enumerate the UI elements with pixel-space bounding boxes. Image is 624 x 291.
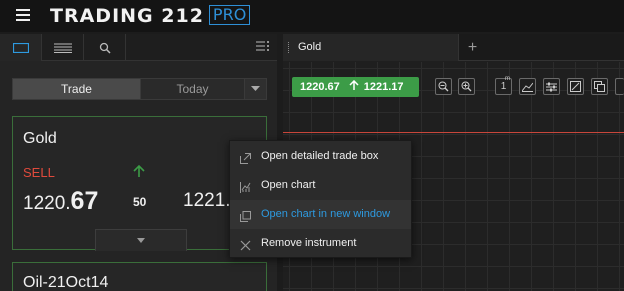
quote-badge[interactable]: 1220.67 1221.17 [292,77,419,97]
segment-today[interactable]: Today [140,79,244,99]
chart-tabs: Gold + [283,34,624,61]
chevron-down-icon [251,86,260,91]
buy-price[interactable]: 1221. [183,190,231,212]
period-label: 1 [500,81,507,92]
chart-type-icon[interactable] [519,78,536,95]
new-window-icon [240,209,251,222]
price-line [283,132,624,133]
hamburger-icon[interactable] [16,9,30,21]
sell-price-main: 1220. [23,193,71,214]
logo-text: TRADING 212 [50,5,204,27]
more-menu-icon[interactable] [256,40,270,54]
tab-card-view[interactable] [0,34,42,61]
sell-label[interactable]: SELL [23,165,55,180]
menu-item-open-chart[interactable]: Open chart [230,171,411,200]
menu-item-remove-instrument[interactable]: Remove instrument [230,229,411,258]
context-menu: Open detailed trade box Open chart Open … [229,140,412,258]
list-view-icon [53,43,72,53]
logo-badge: PRO [208,5,251,25]
instrument-name: Gold [23,130,57,147]
chart-icon [240,180,251,193]
quote-bid: 1220.67 [300,81,340,93]
card-view-icon [12,42,29,53]
menu-item-open-trade-box[interactable]: Open detailed trade box [230,142,411,171]
spread-value: 50 [133,195,147,209]
menu-item-label: Open chart [261,179,316,191]
arrow-up-icon [349,79,359,94]
zoom-in-icon[interactable] [458,78,475,95]
instrument-card-oil[interactable]: Oil-21Oct14 [12,262,267,291]
zoom-out-icon[interactable] [435,78,452,95]
search-icon [99,42,111,54]
top-bar: TRADING 212 PRO [0,0,624,32]
instrument-name: Oil-21Oct14 [23,274,109,291]
tab-list-view[interactable] [42,34,84,61]
watchlist-tabs [0,34,277,61]
sell-price-big: 67 [70,187,99,215]
tab-label: Gold [298,41,322,53]
quote-ask: 1221.17 [363,81,404,93]
plus-icon[interactable]: + [459,34,486,61]
period-suffix: m [505,76,510,82]
menu-item-open-chart-new-window[interactable]: Open chart in new window [230,200,411,229]
mode-selector: Trade Today [12,78,267,100]
menu-item-label: Open chart in new window [261,208,391,220]
period-button[interactable]: 1m [495,76,512,95]
segment-trade[interactable]: Trade [13,79,140,99]
drag-handle-icon[interactable] [288,42,290,53]
segment-dropdown[interactable] [244,79,266,99]
menu-item-label: Open detailed trade box [261,150,379,162]
close-icon [240,238,251,251]
sell-price[interactable]: 1220.67 [23,187,98,216]
card-expand-button[interactable] [95,229,187,251]
chevron-down-icon [137,238,145,243]
menu-item-label: Remove instrument [261,237,357,249]
arrow-up-icon [133,164,145,183]
logo: TRADING 212 PRO [50,5,251,27]
screenshot-icon[interactable] [615,78,624,95]
drawing-icon[interactable] [567,78,584,95]
indicators-icon[interactable] [543,78,560,95]
trade-box-icon [240,151,251,164]
tab-search[interactable] [84,34,126,61]
tab-gold[interactable]: Gold [283,34,459,61]
layers-icon[interactable] [591,78,608,95]
